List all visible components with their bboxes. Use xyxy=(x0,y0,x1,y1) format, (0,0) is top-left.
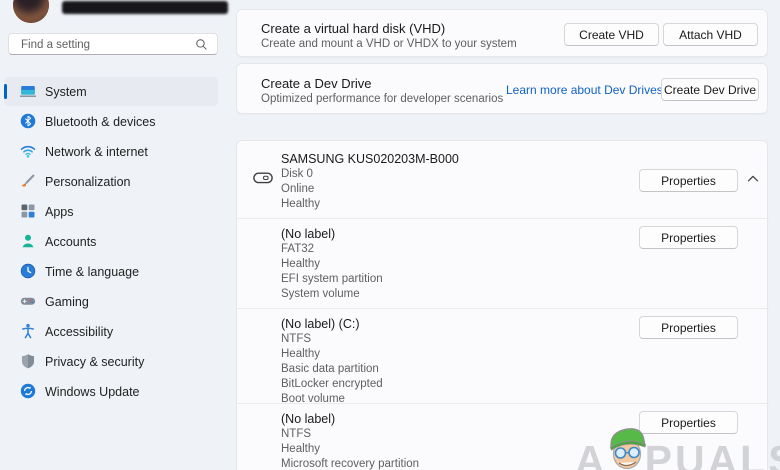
sidebar-item-system[interactable]: System xyxy=(4,77,218,106)
dev-drives-learn-more-link[interactable]: Learn more about Dev Drives. xyxy=(506,83,666,97)
avatar[interactable] xyxy=(13,0,49,23)
partition-properties-button[interactable]: Properties xyxy=(639,226,738,249)
row-divider xyxy=(237,403,769,404)
search-box[interactable] xyxy=(8,33,218,55)
disk-card: SAMSUNG KUS020203M-B000 Disk 0 Online He… xyxy=(236,140,769,470)
sidebar-item-label: Bluetooth & devices xyxy=(45,115,156,129)
dev-drive-card-subtitle: Optimized performance for developer scen… xyxy=(261,93,504,105)
partition-detail: NTFS xyxy=(281,428,312,440)
sidebar-item-label: Accessibility xyxy=(45,325,114,339)
accounts-icon xyxy=(22,234,34,248)
disk-detail: Online xyxy=(281,183,315,195)
settings-window: System Bluetooth & devices Network & int… xyxy=(0,0,780,470)
sidebar-item-label: Personalization xyxy=(45,175,131,189)
partition-detail: Healthy xyxy=(281,443,320,455)
dev-drive-card-title: Create a Dev Drive xyxy=(261,76,372,91)
sidebar-item-accessibility[interactable]: Accessibility xyxy=(4,317,218,346)
partition-detail: Boot volume xyxy=(281,393,345,405)
partition-properties-button[interactable]: Properties xyxy=(639,411,738,434)
partition-detail: Healthy xyxy=(281,258,320,270)
system-icon xyxy=(20,86,36,97)
sidebar-item-label: System xyxy=(45,85,87,99)
chevron-up-icon[interactable] xyxy=(745,171,761,187)
disk-name: SAMSUNG KUS020203M-B000 xyxy=(281,152,459,166)
sidebar-item-label: Time & language xyxy=(45,265,140,279)
sidebar-item-personalization[interactable]: Personalization xyxy=(4,167,218,196)
partition-detail: Healthy xyxy=(281,348,320,360)
sidebar-item-windows-update[interactable]: Windows Update xyxy=(4,377,218,406)
sidebar-item-accounts[interactable]: Accounts xyxy=(4,227,218,256)
sidebar-item-label: Privacy & security xyxy=(45,355,145,369)
search-icon xyxy=(196,39,207,50)
gaming-icon xyxy=(20,297,36,305)
partition-detail: EFI system partition xyxy=(281,273,383,285)
partition-detail: FAT32 xyxy=(281,243,315,255)
sidebar-item-apps[interactable]: Apps xyxy=(4,197,218,226)
create-vhd-card: Create a virtual hard disk (VHD) Create … xyxy=(236,9,768,57)
network-icon xyxy=(20,145,36,158)
row-divider xyxy=(237,218,769,219)
disk-detail: Disk 0 xyxy=(281,168,313,180)
disk-detail: Healthy xyxy=(281,198,320,210)
partition-detail: Microsoft recovery partition xyxy=(281,458,420,470)
user-name-redacted xyxy=(62,1,228,14)
sidebar: System Bluetooth & devices Network & int… xyxy=(0,0,236,470)
create-vhd-button[interactable]: Create VHD xyxy=(564,23,659,46)
attach-vhd-button[interactable]: Attach VHD xyxy=(663,23,758,46)
vhd-card-subtitle: Create and mount a VHD or VHDX to your s… xyxy=(261,38,517,50)
sidebar-item-gaming[interactable]: Gaming xyxy=(4,287,218,316)
create-dev-drive-card: Create a Dev Drive Optimized performance… xyxy=(236,63,768,114)
accessibility-icon xyxy=(22,323,34,339)
apps-icon xyxy=(21,204,35,218)
sidebar-item-label: Apps xyxy=(45,205,74,219)
sidebar-item-privacy-security[interactable]: Privacy & security xyxy=(4,347,218,376)
sidebar-item-network-internet[interactable]: Network & internet xyxy=(4,137,218,166)
sidebar-item-time-language[interactable]: Time & language xyxy=(4,257,218,286)
windows-update-icon xyxy=(20,383,36,399)
time-language-icon xyxy=(20,263,36,279)
disk-properties-button[interactable]: Properties xyxy=(639,169,738,192)
partition-properties-button[interactable]: Properties xyxy=(639,316,738,339)
privacy-icon xyxy=(22,354,34,369)
search-input[interactable] xyxy=(19,35,183,55)
personalization-icon xyxy=(21,174,35,187)
partition-name: (No label) (C:) xyxy=(281,317,360,331)
bluetooth-icon xyxy=(20,113,36,129)
sidebar-item-bluetooth-devices[interactable]: Bluetooth & devices xyxy=(4,107,218,136)
partition-name: (No label) xyxy=(281,412,336,426)
sidebar-item-label: Gaming xyxy=(45,295,89,309)
row-divider xyxy=(237,308,769,309)
sidebar-item-label: Network & internet xyxy=(45,145,148,159)
partition-detail: BitLocker encrypted xyxy=(281,378,383,390)
disk-drive-icon xyxy=(253,172,273,184)
partition-detail: Basic data partition xyxy=(281,363,379,375)
sidebar-item-label: Accounts xyxy=(45,235,97,249)
create-dev-drive-button[interactable]: Create Dev Drive xyxy=(661,78,759,101)
sidebar-item-label: Windows Update xyxy=(45,385,140,399)
vhd-card-title: Create a virtual hard disk (VHD) xyxy=(261,21,446,36)
avatar-photo-blur xyxy=(13,0,49,23)
partition-detail: NTFS xyxy=(281,333,312,345)
partition-name: (No label) xyxy=(281,227,336,241)
selected-indicator xyxy=(4,84,7,99)
partition-detail: System volume xyxy=(281,288,360,300)
